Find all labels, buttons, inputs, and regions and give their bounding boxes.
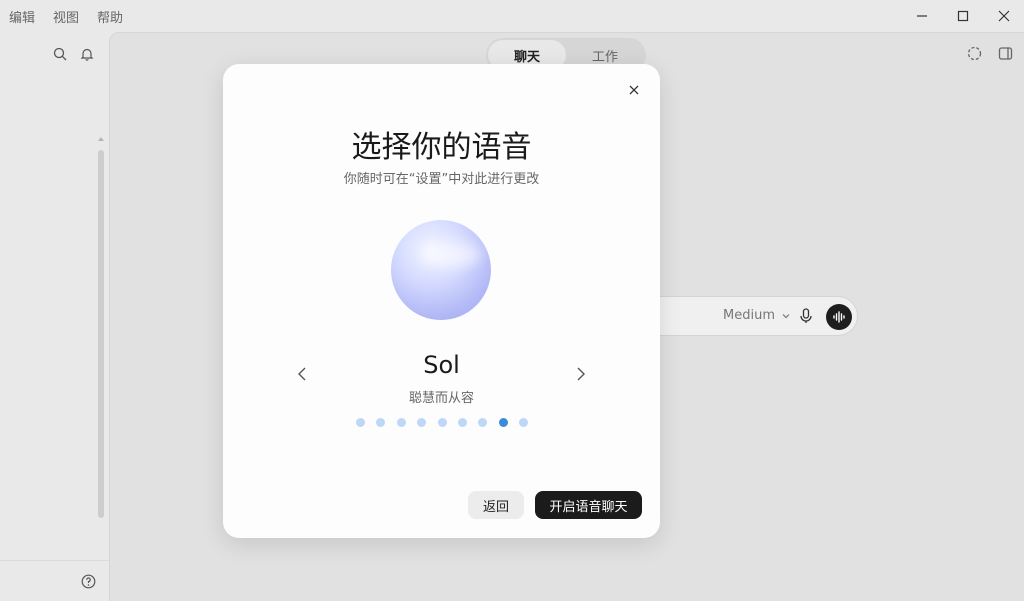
model-select[interactable]: Medium (723, 308, 791, 323)
voice-pagination-dots (356, 417, 528, 427)
notifications-button[interactable] (78, 45, 96, 63)
menu-view[interactable]: 视图 (53, 7, 79, 26)
pagination-dot[interactable] (356, 417, 365, 427)
temporary-chat-button[interactable] (965, 44, 983, 62)
side-panel-button[interactable] (996, 44, 1014, 62)
dialog-subtitle: 你随时可在“设置”中对此进行更改 (343, 172, 540, 187)
maximize-icon (957, 10, 968, 22)
search-button[interactable] (51, 45, 69, 63)
sidebar-scrollbar[interactable] (98, 150, 104, 518)
microphone-icon[interactable] (797, 307, 815, 325)
back-button[interactable]: 返回 (468, 491, 524, 519)
pagination-dot[interactable] (396, 417, 406, 427)
voice-select-dialog: 选择你的语音 你随时可在“设置”中对此进行更改 Sol 聪慧而从容 返回 开启语… (223, 64, 660, 538)
voice-description: 聪慧而从容 (408, 391, 474, 406)
help-icon (81, 574, 95, 588)
help-button[interactable] (79, 572, 97, 590)
minimize-icon (916, 15, 927, 17)
voice-mode-button[interactable] (826, 304, 852, 330)
pagination-dot[interactable] (519, 417, 528, 427)
pagination-dot[interactable] (478, 417, 488, 427)
maximize-button[interactable] (942, 0, 983, 32)
pagination-dot[interactable] (417, 417, 427, 427)
voice-orb (391, 220, 491, 320)
menu-help[interactable]: 帮助 (97, 7, 123, 26)
window-controls (901, 0, 1024, 32)
dialog-title: 选择你的语音 (351, 130, 532, 165)
sidebar-divider (0, 560, 109, 561)
minimize-button[interactable] (901, 0, 942, 32)
pagination-dot[interactable] (498, 417, 508, 427)
pagination-dot[interactable] (376, 417, 386, 427)
menu-bar: 编辑 视图 帮助 (0, 0, 1024, 32)
start-voice-chat-button[interactable]: 开启语音聊天 (535, 491, 642, 519)
dashed-circle-icon (967, 46, 981, 60)
model-label: Medium (723, 308, 775, 323)
scroll-up-arrow-icon[interactable] (97, 135, 105, 143)
pagination-dot[interactable] (457, 417, 467, 427)
close-window-button[interactable] (983, 0, 1024, 32)
pagination-dot[interactable] (437, 417, 447, 427)
close-icon (629, 85, 639, 95)
chevron-right-icon (577, 367, 585, 381)
dialog-close-button[interactable] (626, 82, 642, 98)
panel-toggle-icon (998, 46, 1012, 60)
close-icon (998, 10, 1009, 22)
waveform-icon (833, 311, 845, 323)
search-icon (53, 47, 67, 61)
menu-edit[interactable]: 编辑 (9, 7, 35, 26)
sidebar (0, 32, 109, 601)
next-voice-button[interactable] (574, 366, 588, 382)
chevron-down-icon (782, 313, 790, 318)
bell-icon (80, 48, 94, 61)
voice-name: Sol (423, 351, 460, 379)
